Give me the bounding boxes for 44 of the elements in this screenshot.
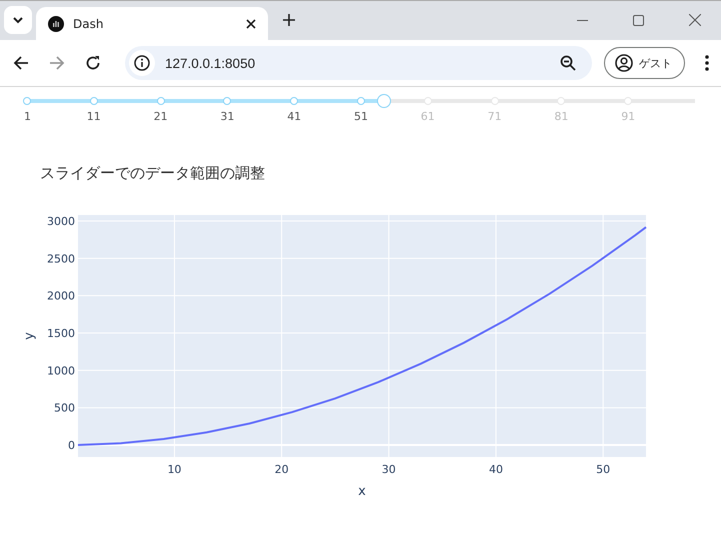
back-arrow-icon[interactable] [13,55,29,71]
slider-mark-label: 41 [287,110,302,123]
slider-mark-label: 81 [554,110,568,123]
plus-icon[interactable] [283,14,295,26]
slider-mark-label: 71 [488,110,502,123]
zoom-out-icon[interactable] [560,55,576,71]
x-axis-title: x [358,484,366,499]
y-tick-label: 1000 [47,364,75,378]
y-tick-label: 1500 [47,327,75,340]
x-tick-label: 20 [274,463,289,476]
y-tick-label: 2000 [47,290,75,303]
more-menu-icon[interactable] [705,55,709,71]
page-heading: スライダーでのデータ範囲の調整 [40,163,266,183]
maximize-icon[interactable] [633,15,644,26]
user-icon [615,54,633,72]
slider-mark-label: 1 [24,110,31,123]
x-tick-label: 50 [596,463,610,476]
forward-arrow-icon[interactable] [49,55,65,71]
slider-mark-label: 11 [86,110,101,123]
slider-handle[interactable] [377,94,392,108]
slider-mark-label: 51 [354,110,368,123]
x-tick-label: 10 [167,463,182,476]
close-icon[interactable] [246,18,256,28]
address-bar[interactable]: 127.0.0.1:8050 [125,46,592,80]
x-tick-label: 40 [488,463,503,476]
slider-mark-label: 21 [154,110,168,123]
y-axis-title: y [22,332,37,340]
chart-logo-icon [48,16,64,32]
y-tick-label: 500 [54,402,75,415]
info-icon[interactable] [134,55,150,71]
slider-mark-label: 91 [621,110,636,123]
slider-mark-label: 61 [420,110,435,123]
x-tick-label: 30 [382,463,396,476]
reload-icon[interactable] [85,55,101,71]
url-text: 127.0.0.1:8050 [165,56,256,70]
browser-tab[interactable]: Dash [36,7,268,40]
y-tick-label: 3000 [47,214,75,228]
y-tick-label: 0 [68,439,75,452]
chevron-down-icon [12,16,24,24]
tab-title: Dash [73,16,104,30]
y-tick-label: 2500 [47,252,75,266]
tab-search-button[interactable] [4,6,32,34]
slider-mark-label: 31 [220,110,234,123]
profile-button[interactable]: ゲスト [604,47,685,79]
